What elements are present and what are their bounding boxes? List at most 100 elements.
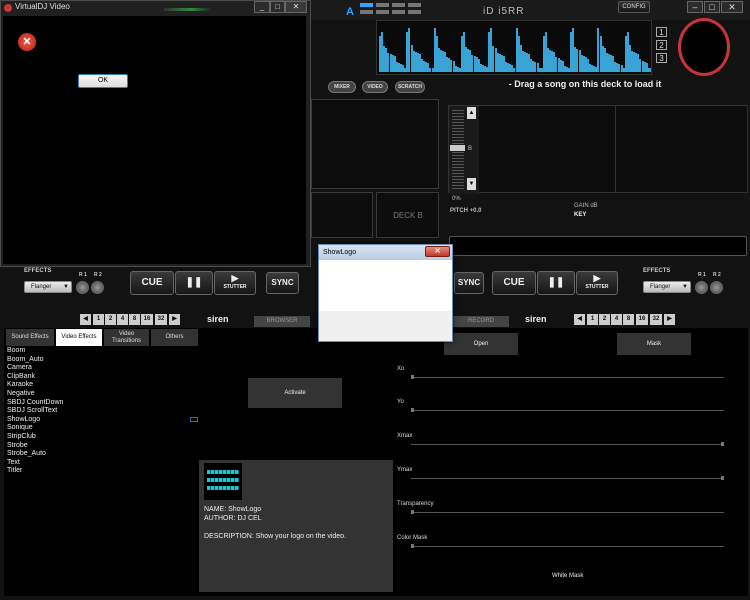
param-slider-handle[interactable] xyxy=(411,544,414,548)
param-slider-handle[interactable] xyxy=(721,442,724,446)
page-16-left[interactable]: 16 xyxy=(141,314,153,325)
page-16-right[interactable]: 16 xyxy=(636,314,648,325)
page-1-left[interactable]: 1 xyxy=(93,314,104,325)
selection-marker xyxy=(190,417,198,422)
effect-select-right[interactable]: Flanger ▼ xyxy=(643,281,691,293)
list-item[interactable]: ShowLogo xyxy=(7,416,127,425)
main-close-button[interactable]: ✕ xyxy=(721,1,743,13)
page-4-right[interactable]: 4 xyxy=(611,314,622,325)
page-32-right[interactable]: 32 xyxy=(650,314,662,325)
list-item[interactable]: Camera xyxy=(7,364,127,373)
page-2-left[interactable]: 2 xyxy=(105,314,116,325)
param-slider-handle[interactable] xyxy=(411,510,414,514)
open-button[interactable]: Open xyxy=(444,333,518,355)
effect-knob-2-right[interactable] xyxy=(710,281,723,294)
pitch-down-arrow[interactable]: ▼ xyxy=(467,178,476,190)
activate-button[interactable]: Activate xyxy=(248,378,342,408)
page-prev-right[interactable]: ◀ xyxy=(574,314,585,325)
page-8-left[interactable]: 8 xyxy=(129,314,140,325)
cue-button-left[interactable]: CUE xyxy=(130,271,174,295)
ok-button[interactable]: OK xyxy=(78,74,128,88)
waveform-display[interactable] xyxy=(376,20,652,75)
list-item[interactable]: SBDJ CountDown xyxy=(7,399,127,408)
layout-segment[interactable] xyxy=(408,10,421,14)
list-item[interactable]: StripClub xyxy=(7,433,127,442)
list-item[interactable]: Boom xyxy=(7,347,127,356)
layout-segment[interactable] xyxy=(376,10,389,14)
param-slider[interactable] xyxy=(411,478,724,479)
list-item[interactable]: Boom_Auto xyxy=(7,356,127,365)
page-next-left[interactable]: ▶ xyxy=(169,314,180,325)
tab-video-effects[interactable]: Video Effects xyxy=(56,329,102,346)
video-mode-button[interactable]: VIDEO xyxy=(362,81,388,93)
pause-button-left[interactable]: ❚❚ xyxy=(175,271,213,295)
dialog-close-button[interactable]: ✕ xyxy=(425,246,450,257)
page-4-left[interactable]: 4 xyxy=(117,314,128,325)
main-maximize-button[interactable]: □ xyxy=(704,1,720,13)
pause-button-right[interactable]: ❚❚ xyxy=(537,271,575,295)
layout-segment[interactable] xyxy=(392,3,405,7)
effect-select-left[interactable]: Flanger ▼ xyxy=(24,281,72,293)
mask-button[interactable]: Mask xyxy=(617,333,691,355)
effect-knob-2-left[interactable] xyxy=(91,281,104,294)
track-info-bar[interactable] xyxy=(449,236,747,256)
deck-a-indicator[interactable]: A xyxy=(346,6,354,18)
list-item[interactable]: Negative xyxy=(7,390,127,399)
layout-segment[interactable] xyxy=(360,3,373,7)
tab-browser[interactable]: BROWSER xyxy=(254,316,310,327)
list-item[interactable]: Text xyxy=(7,459,127,468)
effect-knob-1-left[interactable] xyxy=(76,281,89,294)
page-2-right[interactable]: 2 xyxy=(599,314,610,325)
list-item[interactable]: SBDJ ScrollText xyxy=(7,407,127,416)
deck-number-2[interactable]: 2 xyxy=(656,40,667,50)
deck-number-3[interactable]: 3 xyxy=(656,53,667,63)
layout-segment[interactable] xyxy=(392,10,405,14)
tab-sound-effects[interactable]: Sound Effects xyxy=(6,329,54,346)
list-item[interactable]: Karaoke xyxy=(7,381,127,390)
list-item[interactable]: Strobe_Auto xyxy=(7,450,127,459)
page-prev-left[interactable]: ◀ xyxy=(80,314,91,325)
stutter-button-left[interactable]: ▶ STUTTER xyxy=(214,271,256,295)
param-slider[interactable] xyxy=(411,512,724,513)
video-maximize-button[interactable]: □ xyxy=(270,1,285,13)
cue-button-right[interactable]: CUE xyxy=(492,271,536,295)
sync-button-right[interactable]: SYNC xyxy=(454,272,484,294)
list-item[interactable]: Titler xyxy=(7,467,127,476)
page-next-right[interactable]: ▶ xyxy=(664,314,675,325)
config-button[interactable]: CONFIG xyxy=(618,1,650,13)
page-8-right[interactable]: 8 xyxy=(623,314,634,325)
list-item[interactable]: Sonique xyxy=(7,424,127,433)
list-item[interactable]: ClipBank xyxy=(7,373,127,382)
mixer-mode-button[interactable]: MIXER xyxy=(328,81,356,93)
drag-hint: - Drag a song on this deck to load it xyxy=(508,79,662,89)
page-1-right[interactable]: 1 xyxy=(587,314,598,325)
param-slider[interactable] xyxy=(411,444,724,445)
scratch-mode-button[interactable]: SCRATCH xyxy=(395,81,425,93)
list-item[interactable]: Strobe xyxy=(7,442,127,451)
r2-label-right: R 2 xyxy=(713,272,721,278)
layout-segment[interactable] xyxy=(360,10,373,14)
param-slider-handle[interactable] xyxy=(411,408,414,412)
tab-record[interactable]: RECORD xyxy=(453,316,509,327)
video-close-button[interactable]: ✕ xyxy=(285,1,307,13)
page-32-left[interactable]: 32 xyxy=(155,314,167,325)
param-slider-handle[interactable] xyxy=(411,375,414,379)
param-slider[interactable] xyxy=(411,377,724,378)
play-icon: ▶ xyxy=(593,273,601,283)
layout-segment[interactable] xyxy=(376,3,389,7)
param-slider-handle[interactable] xyxy=(721,476,724,480)
tab-others[interactable]: Others xyxy=(151,329,198,346)
stutter-button-right[interactable]: ▶ STUTTER xyxy=(576,271,618,295)
jog-wheel[interactable] xyxy=(678,18,730,76)
param-slider[interactable] xyxy=(411,410,724,411)
effect-knob-1-right[interactable] xyxy=(695,281,708,294)
pitch-slider-handle[interactable] xyxy=(450,145,465,151)
main-minimize-button[interactable]: – xyxy=(687,1,703,13)
video-minimize-button[interactable]: _ xyxy=(254,1,270,13)
tab-video-transitions[interactable]: Video Transitions xyxy=(104,329,149,346)
sync-button-left[interactable]: SYNC xyxy=(266,272,299,294)
layout-segment[interactable] xyxy=(408,3,421,7)
param-slider[interactable] xyxy=(411,546,724,547)
deck-number-1[interactable]: 1 xyxy=(656,27,667,37)
pitch-up-arrow[interactable]: ▲ xyxy=(467,107,476,119)
